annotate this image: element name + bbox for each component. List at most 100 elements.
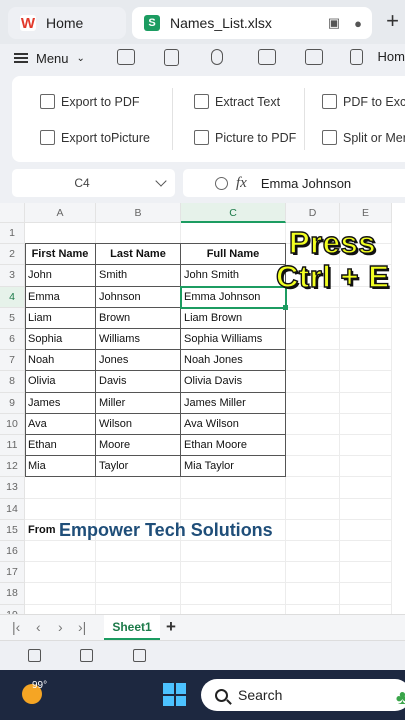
row-header-9[interactable]: 9: [0, 392, 25, 414]
column-header-c[interactable]: C: [181, 203, 286, 223]
name-box[interactable]: C4: [12, 169, 175, 197]
table-cell[interactable]: Ethan Moore: [181, 435, 286, 457]
column-header-a[interactable]: A: [25, 203, 96, 223]
row-header-16[interactable]: 16: [0, 541, 25, 563]
table-cell[interactable]: Noah: [25, 350, 96, 372]
table-cell[interactable]: Johnson: [96, 286, 181, 308]
table-cell[interactable]: John: [25, 265, 96, 287]
table-cell[interactable]: Smith: [96, 265, 181, 287]
cell[interactable]: [286, 413, 340, 435]
undo-icon[interactable]: [350, 49, 363, 65]
table-cell[interactable]: Moore: [96, 435, 181, 457]
cell[interactable]: [286, 604, 340, 614]
row-header-13[interactable]: 13: [0, 477, 25, 499]
table-header-cell[interactable]: Full Name: [181, 244, 286, 266]
row-header-1[interactable]: 1: [0, 223, 25, 245]
row-header-5[interactable]: 5: [0, 307, 25, 329]
cell[interactable]: [340, 498, 392, 520]
cell[interactable]: [340, 604, 392, 614]
cell[interactable]: [286, 519, 340, 541]
formula-input[interactable]: fx Emma Johnson: [183, 169, 405, 197]
cell[interactable]: [25, 223, 96, 245]
row-header-2[interactable]: 2: [0, 244, 25, 266]
next-sheet-icon[interactable]: ›: [58, 619, 63, 635]
cell[interactable]: [181, 583, 286, 605]
row-header-11[interactable]: 11: [0, 435, 25, 457]
cell[interactable]: [25, 498, 96, 520]
table-cell[interactable]: Emma: [25, 286, 96, 308]
cell[interactable]: [25, 604, 96, 614]
table-cell[interactable]: Williams: [96, 329, 181, 351]
cell[interactable]: [286, 583, 340, 605]
zoom-icon[interactable]: [215, 176, 228, 190]
last-sheet-icon[interactable]: ›|: [78, 619, 86, 635]
export-to-picture-button[interactable]: Export toPicture: [40, 130, 150, 145]
cell[interactable]: [286, 392, 340, 414]
table-cell[interactable]: Davis: [96, 371, 181, 393]
table-cell[interactable]: Liam: [25, 307, 96, 329]
cell[interactable]: [96, 541, 181, 563]
cell[interactable]: [286, 477, 340, 499]
cell[interactable]: [96, 223, 181, 245]
add-sheet-button[interactable]: +: [166, 617, 176, 637]
cell[interactable]: [340, 307, 392, 329]
split-merge-button[interactable]: Split or Mer: [322, 130, 405, 145]
cell[interactable]: [340, 541, 392, 563]
table-cell[interactable]: Mia: [25, 456, 96, 478]
cell[interactable]: [25, 541, 96, 563]
select-all-corner[interactable]: [0, 203, 25, 223]
print-preview-icon[interactable]: [305, 49, 323, 65]
row-header-3[interactable]: 3: [0, 265, 25, 287]
prev-sheet-icon[interactable]: ‹: [36, 619, 41, 635]
fill-handle[interactable]: [283, 304, 288, 310]
table-cell[interactable]: Ava: [25, 413, 96, 435]
save-icon[interactable]: [164, 49, 179, 66]
cell[interactable]: [340, 519, 392, 541]
table-cell[interactable]: Ava Wilson: [181, 413, 286, 435]
column-header-e[interactable]: E: [340, 203, 392, 223]
column-header-b[interactable]: B: [96, 203, 181, 223]
cell[interactable]: [340, 413, 392, 435]
table-header-cell[interactable]: First Name: [25, 244, 96, 266]
row-header-8[interactable]: 8: [0, 371, 25, 393]
cell[interactable]: [340, 583, 392, 605]
row-header-18[interactable]: 18: [0, 583, 25, 605]
spreadsheet-grid[interactable]: A B C D E 1 2 First Name Last Name Full Name 3 John…: [0, 203, 405, 614]
cell[interactable]: [181, 223, 286, 245]
cell[interactable]: [286, 435, 340, 457]
cell[interactable]: [96, 562, 181, 584]
row-header-12[interactable]: 12: [0, 456, 25, 478]
page-break-icon[interactable]: [133, 649, 146, 662]
cell[interactable]: [286, 456, 340, 478]
table-cell[interactable]: James: [25, 392, 96, 414]
cell[interactable]: [286, 371, 340, 393]
cell[interactable]: [286, 350, 340, 372]
cell[interactable]: [340, 562, 392, 584]
table-cell[interactable]: Liam Brown: [181, 307, 286, 329]
cell[interactable]: [286, 307, 340, 329]
cell[interactable]: [286, 562, 340, 584]
table-cell[interactable]: Miller: [96, 392, 181, 414]
cell[interactable]: [181, 604, 286, 614]
cell[interactable]: [96, 477, 181, 499]
cell[interactable]: [340, 456, 392, 478]
table-cell[interactable]: Noah Jones: [181, 350, 286, 372]
table-cell[interactable]: Sophia: [25, 329, 96, 351]
normal-view-icon[interactable]: [28, 649, 41, 662]
row-header-14[interactable]: 14: [0, 498, 25, 520]
row-header-6[interactable]: 6: [0, 329, 25, 351]
pdf-to-excel-button[interactable]: PDF to Exce: [322, 94, 405, 109]
export-to-pdf-button[interactable]: Export to PDF: [40, 94, 140, 109]
new-tab-button[interactable]: +: [386, 8, 399, 34]
cell[interactable]: [25, 477, 96, 499]
dot-icon[interactable]: ●: [354, 16, 362, 31]
cell[interactable]: [181, 541, 286, 563]
cell[interactable]: [286, 498, 340, 520]
first-sheet-icon[interactable]: |‹: [12, 619, 20, 635]
windows-start-icon[interactable]: [163, 683, 186, 706]
cell[interactable]: [96, 498, 181, 520]
format-painter-icon[interactable]: [211, 49, 223, 65]
page-layout-icon[interactable]: [80, 649, 93, 662]
cell[interactable]: [340, 371, 392, 393]
cell[interactable]: [96, 604, 181, 614]
